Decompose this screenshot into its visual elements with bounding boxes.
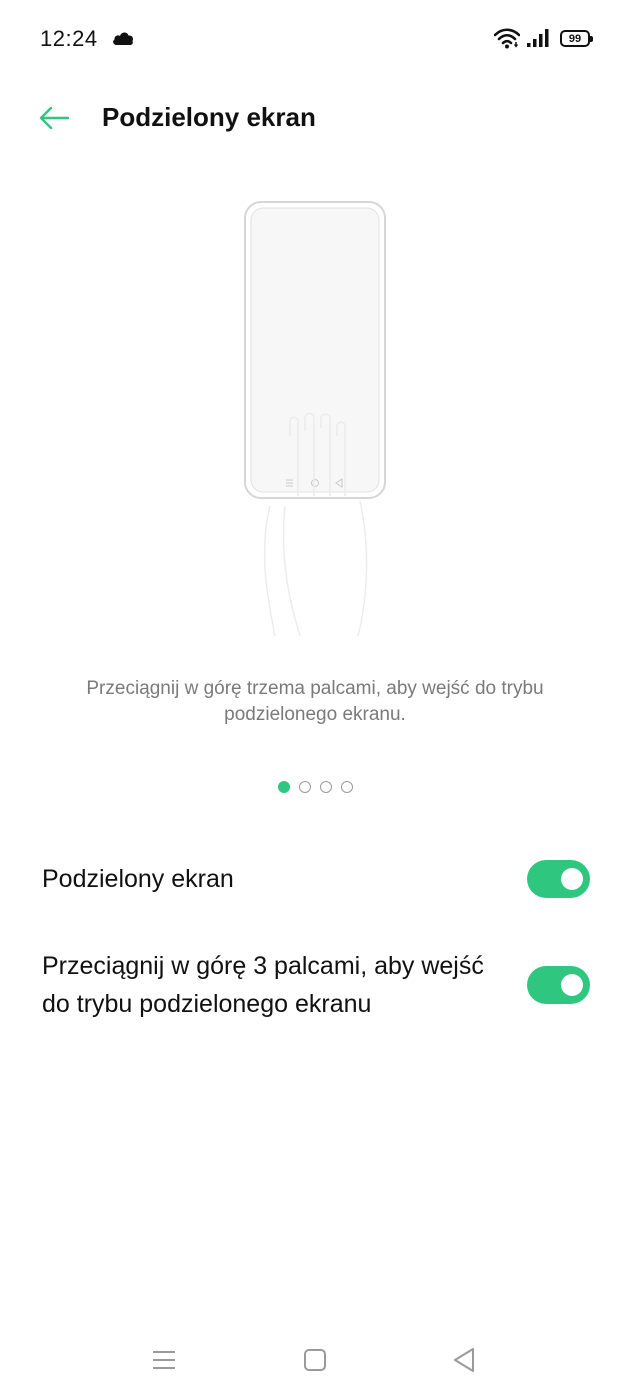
status-time: 12:24	[40, 26, 98, 51]
battery-icon: 99	[560, 30, 593, 47]
wifi-icon	[494, 28, 520, 49]
signal-icon	[527, 29, 549, 47]
navigation-bar	[0, 1320, 630, 1400]
three-finger-toggle[interactable]	[527, 966, 590, 1004]
setting-label-three-finger: Przeciągnij w górę 3 palcami, aby wejść …	[42, 952, 484, 1018]
status-bar: 12:24 99	[0, 0, 630, 80]
back-nav-button[interactable]	[444, 1340, 484, 1380]
pager-dot-3[interactable]	[319, 781, 332, 793]
split-screen-toggle[interactable]	[527, 860, 590, 898]
toggle-knob	[561, 974, 583, 996]
pager-dot-4[interactable]	[340, 781, 353, 793]
page-title: Podzielony ekran	[102, 102, 316, 132]
battery-level: 99	[568, 32, 582, 45]
page-indicator[interactable]	[0, 781, 630, 793]
cloud-icon	[113, 32, 134, 45]
phone-outline-icon	[244, 201, 386, 499]
menu-icon	[153, 1351, 175, 1369]
arrow-left-icon	[39, 106, 70, 130]
split-screen-illustration	[244, 201, 386, 637]
setting-row-split-screen[interactable]: Podzielony ekran	[42, 860, 590, 898]
setting-label-split-screen: Podzielony ekran	[42, 865, 234, 893]
home-square-icon	[304, 1349, 326, 1371]
back-button[interactable]	[34, 100, 74, 136]
toggle-knob	[561, 868, 583, 890]
back-triangle-icon	[454, 1348, 474, 1372]
description-text: Przeciągnij w górę trzema palcami, aby w…	[86, 678, 544, 725]
home-button[interactable]	[295, 1340, 335, 1380]
menu-button[interactable]	[144, 1340, 184, 1380]
header: Podzielony ekran	[0, 88, 630, 148]
setting-row-three-finger[interactable]: Przeciągnij w górę 3 palcami, aby wejść …	[42, 947, 590, 1023]
pager-dot-2[interactable]	[298, 781, 311, 793]
pager-dot-1[interactable]	[277, 781, 290, 793]
